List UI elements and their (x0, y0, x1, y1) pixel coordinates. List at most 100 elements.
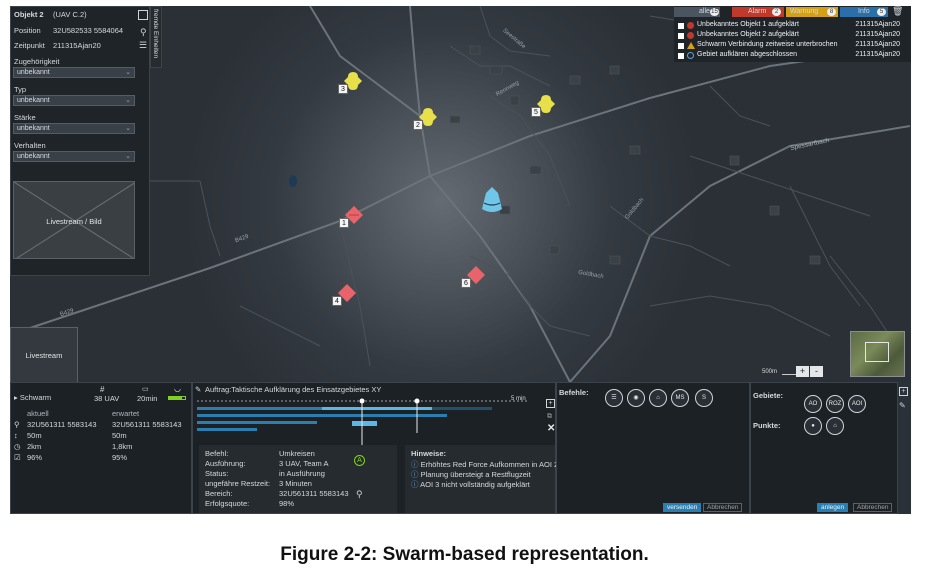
alert-tab-info[interactable]: Info 5 (840, 7, 888, 17)
cancel-area-button[interactable]: Abbrechen (853, 503, 893, 512)
hints-panel: Hinweise: ⓘ Erhöhtes Red Force Aufkommen… (405, 445, 558, 513)
figure-caption: Figure 2-2: Swarm-based representation. (280, 544, 649, 565)
edit-icon[interactable]: ✎ (899, 401, 906, 410)
map-marker-hostile[interactable]: 1 (339, 206, 363, 228)
alert-tab-label: Alarm (748, 8, 767, 15)
order-detail-label: Bereich: (205, 489, 233, 498)
signal-icon: ◡ (174, 384, 181, 393)
order-edit-icon[interactable]: ✎ (195, 385, 201, 394)
order-detail-label: ungefähre Restzeit: (205, 479, 271, 488)
edit-icon[interactable] (138, 10, 148, 20)
col-expected: erwartet (112, 409, 140, 418)
area-roz-button[interactable]: ROZ (826, 395, 844, 413)
area-ao-button[interactable]: AO (804, 395, 822, 413)
signal-bar (168, 396, 186, 400)
object-panel: Objekt 2 (UAV C.2) Position 32U582533 55… (10, 6, 150, 276)
point-marker-button[interactable]: ● (804, 417, 822, 435)
swarm-current-range: 2km (27, 442, 42, 451)
zoom-out-button[interactable]: - (810, 366, 823, 377)
location-icon: ⚲ (14, 420, 20, 429)
swarm-title-text: Schwarm (19, 393, 52, 402)
strength-value: unbekannt (17, 125, 50, 132)
hash-icon: # (100, 385, 105, 394)
swarm-panel: ▸ Schwarm # 38 UAV ▭ 20min ◡ aktuell erw… (10, 382, 192, 514)
command-list-button[interactable]: ☰ (605, 389, 623, 407)
send-button[interactable]: versenden (663, 503, 702, 512)
info-icon: ⓘ (411, 470, 421, 479)
livestream-image-placeholder[interactable]: Livestream / Bild (13, 181, 135, 259)
copy-icon[interactable]: ⧉ (547, 413, 552, 421)
timeline-add-button[interactable]: + (546, 399, 555, 408)
alert-item[interactable]: Schwarm Verbindung zeitweise unterbroche… (678, 41, 908, 51)
areas-label: Gebiete: (753, 391, 784, 400)
minimap[interactable] (850, 331, 905, 377)
order-detail-value: Umkreisen (279, 449, 315, 458)
alert-tab-all[interactable]: alle 15 (674, 7, 720, 17)
location-pin-icon[interactable]: ⚲ (356, 489, 363, 500)
alert-checkbox[interactable] (678, 33, 684, 39)
alert-checkbox[interactable] (678, 43, 684, 49)
expand-button[interactable]: + (899, 387, 908, 396)
order-detail-label: Befehl: (205, 449, 229, 458)
map-marker-unknown[interactable]: 2 (413, 108, 437, 130)
info-icon: ⓘ (411, 480, 421, 489)
swarm-title[interactable]: ▸ Schwarm (14, 393, 51, 402)
hints-title: Hinweise: (411, 449, 447, 458)
alert-time: 211315Ajan20 (855, 21, 900, 28)
warning-icon (687, 42, 695, 49)
battery-icon: ▭ (142, 386, 149, 393)
command-target-button[interactable]: ◉ (627, 389, 645, 407)
affiliation-value: unbekannt (17, 69, 50, 76)
commands-title: Befehle: (559, 388, 589, 397)
map-marker-hostile[interactable]: 4 (332, 284, 356, 306)
map-marker-hostile[interactable]: 6 (461, 266, 485, 288)
info-icon (687, 52, 694, 59)
trash-icon[interactable]: 🗑 (892, 7, 903, 16)
alert-item[interactable]: Unbekanntes Objekt 2 aufgeklärt 211315Aj… (678, 31, 908, 41)
position-value: 32U582533 5584064 (53, 26, 124, 35)
swarm-icon[interactable] (480, 187, 504, 215)
strength-select[interactable]: unbekannt ⌄ (13, 123, 135, 134)
type-select[interactable]: unbekannt ⌄ (13, 95, 135, 106)
create-area-button[interactable]: anlegen (817, 503, 849, 512)
alert-tab-count: 2 (772, 8, 781, 16)
command-ms-button[interactable]: MS (671, 389, 689, 407)
alert-checkbox[interactable] (678, 53, 684, 59)
map-marker-unknown[interactable]: 3 (338, 72, 362, 94)
minimap-viewport[interactable] (865, 342, 889, 362)
point-house-button[interactable]: ⌂ (826, 417, 844, 435)
foreign-units-tab[interactable]: fremde Einheiten (150, 6, 162, 68)
zoom-in-button[interactable]: + (796, 366, 809, 377)
map-marker-unknown[interactable]: 5 (531, 95, 555, 117)
points-label: Punkte: (753, 421, 781, 430)
affiliation-label: Zugehörigkeit (14, 57, 60, 66)
order-timeline[interactable] (197, 397, 547, 445)
alert-item[interactable]: Gebiet aufklären abgeschlossen 211315Aja… (678, 51, 908, 61)
swarm-expected-altitude: 50m (112, 431, 127, 440)
info-icon: ⓘ (411, 460, 421, 469)
command-home-button[interactable]: ⌂ (649, 389, 667, 407)
affiliation-select[interactable]: unbekannt ⌄ (13, 67, 135, 78)
order-panel: ✎ Auftrag:Taktische Aufklärung des Einsa… (192, 382, 558, 514)
foreign-units-tab-label: fremde Einheiten (152, 9, 159, 59)
marker-number: 3 (338, 84, 348, 94)
behavior-select[interactable]: unbekannt ⌄ (13, 151, 135, 162)
command-s-button[interactable]: S (695, 389, 713, 407)
area-aoi-button[interactable]: AOI (848, 395, 866, 413)
order-title: Auftrag:Taktische Aufklärung des Einsatz… (205, 385, 382, 394)
livestream-tile[interactable]: Livestream (10, 327, 78, 383)
alert-time: 211315Ajan20 (855, 41, 900, 48)
alert-tab-warning[interactable]: Warnung 8 (786, 7, 838, 17)
time-value: 211315Ajan20 (53, 41, 101, 50)
swarm-expected-range: 1,8km (112, 442, 133, 451)
cancel-command-button[interactable]: Abbrechen (703, 503, 743, 512)
team-badge: A (354, 455, 365, 466)
alert-checkbox[interactable] (678, 23, 684, 29)
order-details: Befehl: Umkreisen Ausführung: 3 UAV, Tea… (199, 445, 397, 513)
close-icon[interactable]: ✕ (547, 423, 555, 434)
list-icon[interactable]: ☰ (139, 41, 147, 50)
alert-tab-alarm[interactable]: Alarm 2 (732, 7, 784, 17)
alert-item[interactable]: Unbekanntes Objekt 1 aufgeklärt 211315Aj… (678, 21, 908, 31)
location-pin-icon[interactable]: ⚲ (140, 27, 147, 38)
alert-tab-count: 8 (827, 8, 836, 16)
